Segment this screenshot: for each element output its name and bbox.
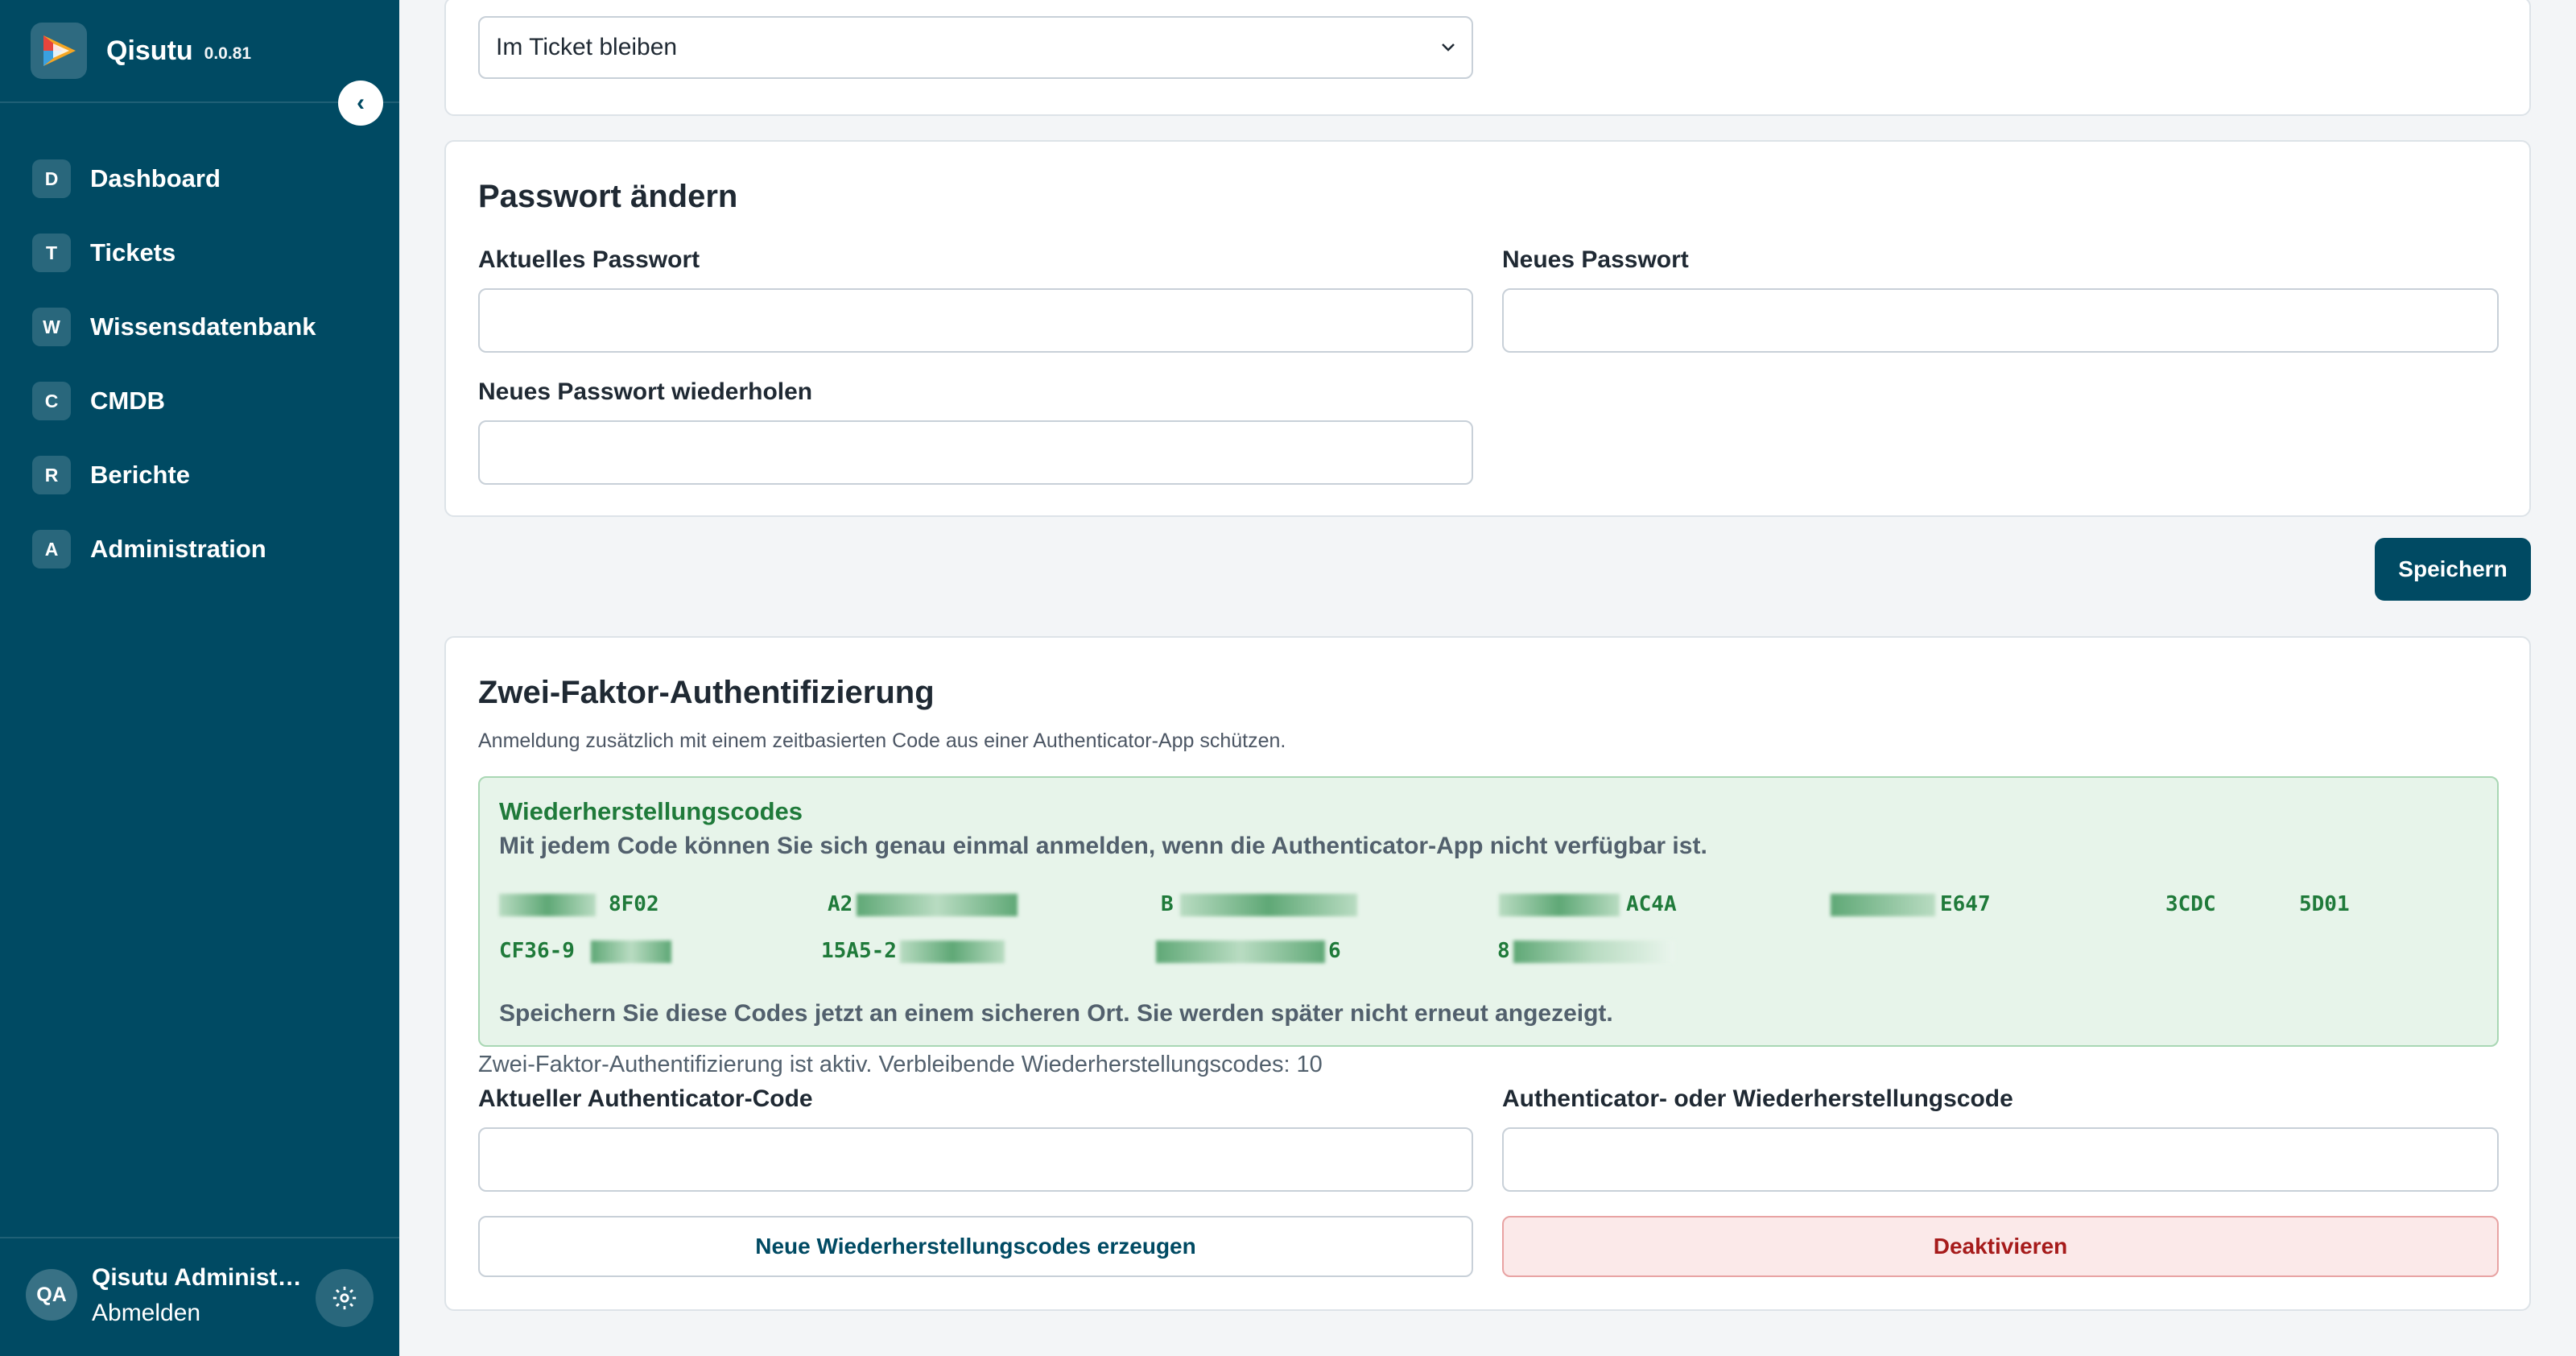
current-authenticator-code-input[interactable] bbox=[478, 1127, 1473, 1192]
sidebar: Qisutu 0.0.81 ‹ D Dashboard T Tickets W … bbox=[0, 0, 399, 1356]
redacted-code bbox=[900, 941, 1005, 963]
redacted-code bbox=[1180, 894, 1357, 916]
deactivate-two-factor-button[interactable]: Deaktivieren bbox=[1502, 1216, 2499, 1277]
repeat-password-label: Neues Passwort wiederholen bbox=[478, 378, 813, 405]
sidebar-item-administration[interactable]: A Administration bbox=[32, 512, 316, 586]
recovery-code: 5D01 bbox=[2299, 892, 2350, 916]
brand[interactable]: Qisutu 0.0.81 bbox=[31, 23, 251, 79]
sidebar-item-cmdb[interactable]: C CMDB bbox=[32, 364, 316, 438]
redacted-code bbox=[591, 941, 671, 963]
main-nav: D Dashboard T Tickets W Wissensdatenbank… bbox=[32, 142, 316, 586]
recovery-code: 8 bbox=[1497, 939, 1510, 963]
recovery-code: 8F02 bbox=[609, 892, 659, 916]
chevron-left-icon: ‹ bbox=[357, 89, 365, 116]
sidebar-item-label: Wissensdatenbank bbox=[90, 312, 316, 341]
app-version: 0.0.81 bbox=[204, 44, 252, 63]
recovery-code: E647 bbox=[1940, 892, 1991, 916]
sidebar-item-label: Tickets bbox=[90, 238, 176, 267]
chevron-down-icon bbox=[1442, 43, 1455, 52]
authenticator-or-recovery-code-input[interactable] bbox=[1502, 1127, 2499, 1192]
redacted-code bbox=[1156, 941, 1325, 963]
sidebar-item-label: Dashboard bbox=[90, 164, 221, 192]
gear-icon bbox=[332, 1286, 357, 1310]
redacted-code bbox=[1831, 894, 1935, 916]
recovery-code: CF36-9 bbox=[499, 939, 575, 963]
password-card: Passwort ändern Aktuelles Passwort Neues… bbox=[444, 140, 2531, 517]
repeat-password-input[interactable] bbox=[478, 420, 1473, 485]
logout-link[interactable]: Abmelden bbox=[92, 1300, 200, 1327]
regenerate-recovery-codes-button[interactable]: Neue Wiederherstellungscodes erzeugen bbox=[478, 1216, 1473, 1277]
user-name: Qisutu Administrator bbox=[92, 1264, 303, 1291]
save-button[interactable]: Speichern bbox=[2375, 538, 2531, 601]
nav-badge: W bbox=[32, 308, 71, 346]
app-logo-icon bbox=[31, 23, 87, 79]
two-factor-card: Zwei-Faktor-Authentifizierung Anmeldung … bbox=[444, 636, 2531, 1311]
new-password-label: Neues Passwort bbox=[1502, 246, 1689, 273]
nav-badge: A bbox=[32, 530, 71, 568]
recovery-codes-text: Mit jedem Code können Sie sich genau ein… bbox=[499, 833, 1707, 859]
recovery-code: 6 bbox=[1328, 939, 1341, 963]
nav-badge: T bbox=[32, 234, 71, 272]
redacted-code bbox=[499, 894, 596, 916]
authenticator-or-recovery-code-label: Authenticator- oder Wiederherstellungsco… bbox=[1502, 1085, 2013, 1112]
sidebar-footer-divider bbox=[0, 1237, 399, 1238]
sidebar-item-label: CMDB bbox=[90, 387, 165, 415]
new-password-input[interactable] bbox=[1502, 288, 2499, 353]
sidebar-item-reports[interactable]: R Berichte bbox=[32, 438, 316, 512]
settings-button[interactable] bbox=[316, 1269, 374, 1327]
sidebar-item-knowledge-base[interactable]: W Wissensdatenbank bbox=[32, 290, 316, 364]
recovery-codes-panel: Wiederherstellungscodes Mit jedem Code k… bbox=[478, 776, 2499, 1047]
recovery-code: 15A5-2 bbox=[821, 939, 897, 963]
current-password-label: Aktuelles Passwort bbox=[478, 246, 700, 273]
two-factor-title: Zwei-Faktor-Authentifizierung bbox=[478, 675, 935, 710]
recovery-code: B bbox=[1161, 892, 1174, 916]
nav-badge: D bbox=[32, 159, 71, 198]
collapse-sidebar-button[interactable]: ‹ bbox=[338, 81, 383, 126]
after-save-card: Im Ticket bleiben bbox=[444, 0, 2531, 116]
password-title: Passwort ändern bbox=[478, 179, 738, 214]
current-authenticator-code-label: Aktueller Authenticator-Code bbox=[478, 1085, 813, 1112]
recovery-codes-note: Speichern Sie diese Codes jetzt an einem… bbox=[499, 1000, 1613, 1027]
two-factor-status: Zwei-Faktor-Authentifizierung ist aktiv.… bbox=[478, 1052, 1323, 1077]
nav-badge: R bbox=[32, 456, 71, 494]
current-password-input[interactable] bbox=[478, 288, 1473, 353]
redacted-code bbox=[857, 894, 1018, 916]
redacted-code bbox=[1513, 941, 1674, 963]
sidebar-item-label: Berichte bbox=[90, 461, 191, 489]
redacted-code bbox=[1499, 894, 1620, 916]
two-factor-description: Anmeldung zusätzlich mit einem zeitbasie… bbox=[478, 730, 1286, 752]
avatar: QA bbox=[26, 1269, 77, 1321]
sidebar-item-dashboard[interactable]: D Dashboard bbox=[32, 142, 316, 216]
recovery-codes-title: Wiederherstellungscodes bbox=[499, 797, 803, 825]
recovery-code: 3CDC bbox=[2165, 892, 2216, 916]
sidebar-item-label: Administration bbox=[90, 535, 266, 563]
nav-badge: C bbox=[32, 382, 71, 420]
app-name: Qisutu bbox=[106, 35, 193, 66]
sidebar-item-tickets[interactable]: T Tickets bbox=[32, 216, 316, 290]
after-save-select-value: Im Ticket bleiben bbox=[496, 34, 678, 60]
recovery-code: A2 bbox=[828, 892, 853, 916]
recovery-code: AC4A bbox=[1626, 892, 1677, 916]
after-save-select[interactable]: Im Ticket bleiben bbox=[478, 16, 1473, 79]
